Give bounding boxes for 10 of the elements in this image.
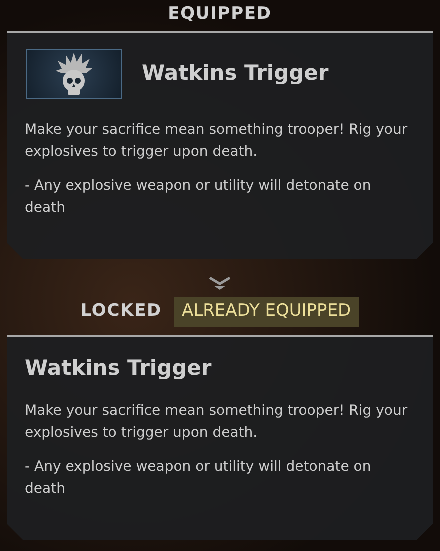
perk-description: - Any explosive weapon or utility will detonate on death (25, 177, 372, 218)
perk-title: Watkins Trigger (142, 60, 329, 88)
section-heading: LOCKED (80, 300, 162, 323)
perk-description: Make your sacrifice mean something trooper! Rig your explosives to trigger upon death. (25, 402, 409, 443)
perk-description: Make your sacrifice mean something trooper! Rig your explosives to trigger upon death. (25, 121, 409, 162)
perk-title: Watkins Trigger (25, 354, 213, 382)
perk-description: - Any explosive weapon or utility will detonate on death (25, 458, 372, 499)
section-heading: EQUIPPED (168, 3, 272, 25)
chevron-down-icon (208, 277, 232, 291)
status-badge: ALREADY EQUIPPED (174, 297, 360, 326)
